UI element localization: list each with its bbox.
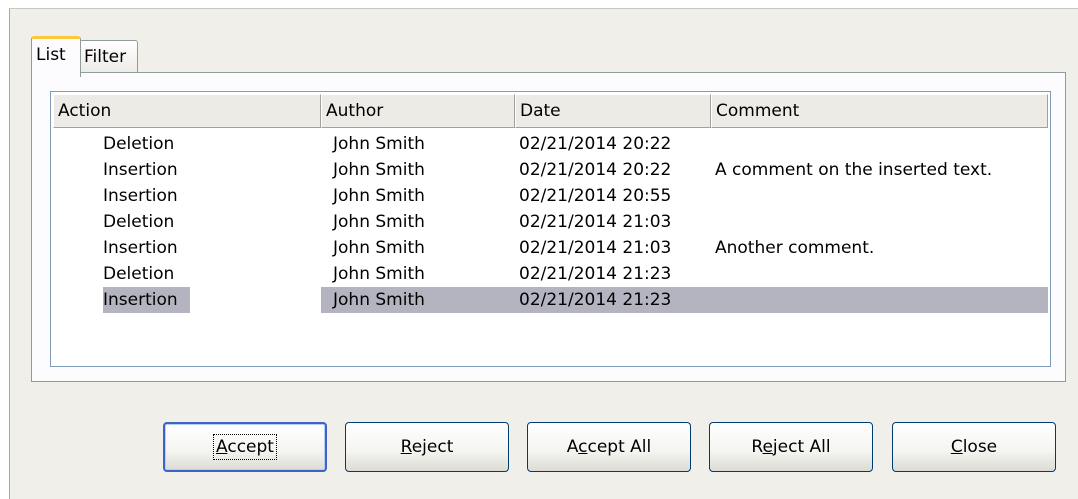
cell-date: 02/21/2014 21:03 <box>519 212 672 232</box>
reject-button-label: Reject <box>400 437 454 457</box>
cell-action: Deletion <box>103 264 175 284</box>
cell-date: 02/21/2014 20:55 <box>519 186 672 206</box>
cell-action: Insertion <box>103 160 178 180</box>
tab-filter[interactable]: Filter <box>79 40 138 73</box>
list-header: Action Author Date Comment <box>53 94 1048 128</box>
list-row[interactable]: Deletion John Smith 02/21/2014 21:23 <box>53 261 1048 287</box>
cell-comment <box>711 131 1048 157</box>
cell-author: John Smith <box>321 287 515 313</box>
list-row[interactable]: Insertion John Smith 02/21/2014 20:55 <box>53 183 1048 209</box>
cell-comment: A comment on the inserted text. <box>715 160 993 180</box>
cell-action: Deletion <box>103 212 175 232</box>
list-rows: Deletion John Smith 02/21/2014 20:22 Insert… <box>53 131 1048 313</box>
reject-all-button-label: Reject All <box>751 437 831 457</box>
accept-all-button-label: Accept All <box>566 437 652 457</box>
cell-date: 02/21/2014 20:22 <box>519 134 672 154</box>
cell-action: Insertion <box>53 287 321 313</box>
close-button[interactable]: Close <box>892 422 1056 472</box>
column-header-action[interactable]: Action <box>53 94 321 128</box>
tab-list-label: List <box>36 45 66 65</box>
reject-button[interactable]: Reject <box>345 422 509 472</box>
cell-date: 02/21/2014 20:22 <box>519 160 672 180</box>
column-header-date[interactable]: Date <box>515 94 711 128</box>
cell-date: 02/21/2014 21:23 <box>519 264 672 284</box>
cell-comment <box>711 287 1048 313</box>
cell-author: John Smith <box>333 264 425 284</box>
cell-comment <box>711 261 1048 287</box>
cell-date: 02/21/2014 21:03 <box>519 238 672 258</box>
cell-comment: Another comment. <box>715 238 875 258</box>
reject-all-button[interactable]: Reject All <box>709 422 873 472</box>
cell-author: John Smith <box>333 186 425 206</box>
list-row[interactable]: Insertion John Smith 02/21/2014 20:22 A com… <box>53 157 1048 183</box>
accept-button[interactable]: Accept <box>163 422 327 472</box>
list-row[interactable]: Insertion John Smith 02/21/2014 21:03 Anoth… <box>53 235 1048 261</box>
column-header-author[interactable]: Author <box>321 94 515 128</box>
tab-list[interactable]: List <box>31 36 81 77</box>
close-button-label: Close <box>950 437 998 457</box>
accept-button-label: Accept <box>213 434 277 460</box>
cell-author: John Smith <box>333 238 425 258</box>
list-row[interactable]: Deletion John Smith 02/21/2014 20:22 <box>53 131 1048 157</box>
cell-author: John Smith <box>333 134 425 154</box>
cell-action: Insertion <box>103 238 178 258</box>
manage-changes-dialog: List Filter Action Author Date Comment D… <box>0 0 1078 499</box>
changes-list[interactable]: Action Author Date Comment Deletion John … <box>50 91 1051 367</box>
cell-action: Deletion <box>103 134 175 154</box>
list-row[interactable]: Deletion John Smith 02/21/2014 21:03 <box>53 209 1048 235</box>
cell-author: John Smith <box>333 212 425 232</box>
cell-author: John Smith <box>333 160 425 180</box>
list-row[interactable]: Insertion John Smith 02/21/2014 21:23 <box>53 287 1048 313</box>
cell-action: Insertion <box>103 186 178 206</box>
cell-date: 02/21/2014 21:23 <box>515 287 711 313</box>
accept-all-button[interactable]: Accept All <box>527 422 691 472</box>
window-top-border <box>9 0 1078 9</box>
window-left-border <box>0 0 10 499</box>
column-header-comment[interactable]: Comment <box>711 94 1048 128</box>
cell-comment <box>711 183 1048 209</box>
cell-comment <box>711 209 1048 235</box>
tab-filter-label: Filter <box>84 47 127 67</box>
